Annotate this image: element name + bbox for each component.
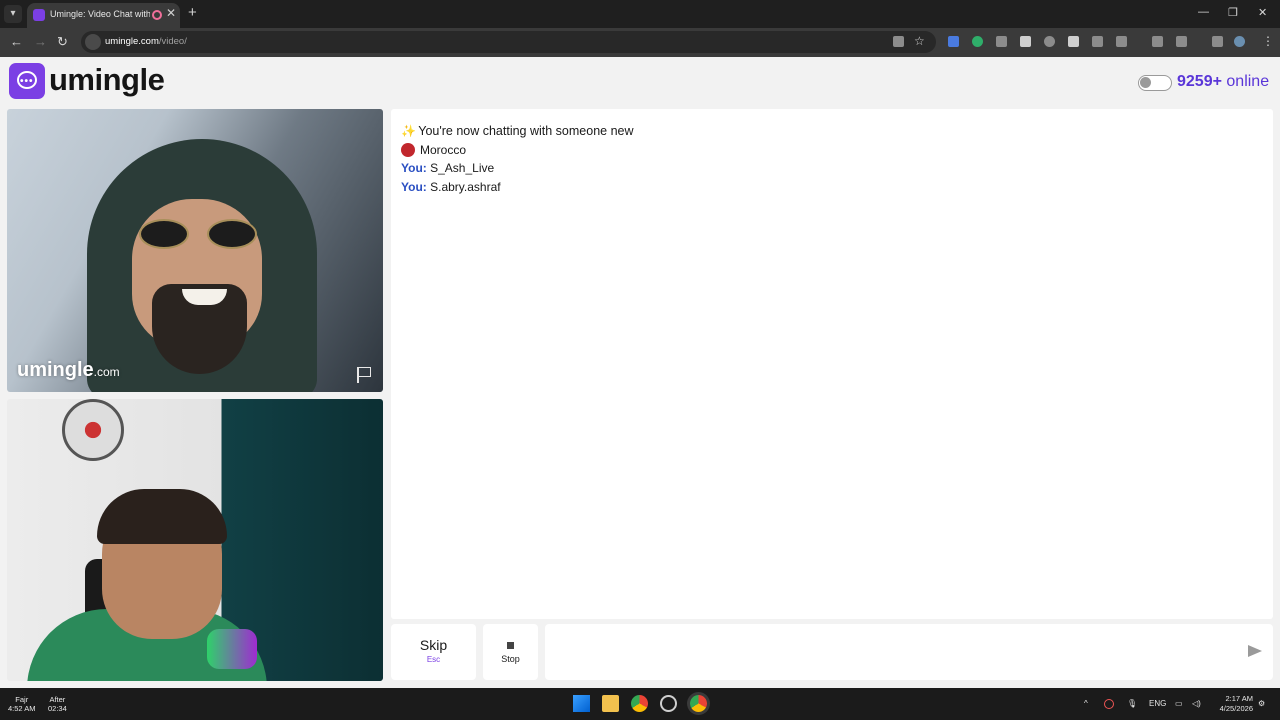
- message-sender: You:: [401, 161, 427, 175]
- maximize-button[interactable]: ❐: [1228, 6, 1238, 19]
- extension-icon[interactable]: [948, 36, 959, 47]
- watermark-brand: umingle: [17, 359, 94, 381]
- obs-icon[interactable]: [660, 695, 677, 712]
- extension-icon[interactable]: [1092, 36, 1103, 47]
- address-url: umingle.com/video/: [105, 36, 187, 47]
- extension-icon[interactable]: [1152, 36, 1163, 47]
- prayer-name: Fajr: [15, 695, 29, 704]
- clock-date: 4/25/2026: [1219, 704, 1253, 713]
- microphone-icon[interactable]: 🎙: [1127, 699, 1137, 708]
- browser-menu-icon[interactable]: ⋮: [1262, 34, 1274, 48]
- country-line: Morocco: [401, 143, 466, 157]
- chat-message: You: S.abry.ashraf: [401, 180, 501, 194]
- tray-overflow-icon[interactable]: ^: [1084, 699, 1088, 708]
- stop-square-icon: [507, 642, 514, 649]
- message-sender: You:: [401, 180, 427, 194]
- sparkle-icon: ✨: [401, 124, 416, 138]
- windows-start-icon[interactable]: [573, 695, 590, 712]
- prayer-time: 4:52 AM: [8, 704, 36, 713]
- self-video: [7, 399, 383, 681]
- notification-bell-icon[interactable]: ⚙: [1258, 699, 1265, 708]
- umingle-favicon-icon: [33, 9, 45, 21]
- stop-label: Stop: [501, 654, 520, 664]
- skip-button[interactable]: Skip Esc: [391, 624, 476, 680]
- video-wall-fan: [62, 399, 124, 461]
- minimize-button[interactable]: —: [1198, 6, 1209, 18]
- tray-app-icon[interactable]: [1104, 699, 1114, 709]
- skip-shortcut-hint: Esc: [426, 655, 441, 664]
- windows-taskbar: Fajr 4:52 AM After 02:34 ^ 🎙 ENG ▭ ◁) 2:17…: [0, 688, 1280, 720]
- stranger-video: umingle.com: [7, 109, 383, 392]
- forward-arrow-icon[interactable]: →: [34, 34, 47, 49]
- message-text: S_Ash_Live: [430, 161, 495, 175]
- extension-icon[interactable]: [972, 36, 983, 47]
- online-label: online: [1226, 73, 1270, 90]
- tab-title: Umingle: Video Chat with S: [50, 9, 150, 19]
- stop-button[interactable]: Stop: [483, 624, 538, 680]
- morocco-flag-icon: [401, 143, 415, 157]
- toggle-knob: [1140, 77, 1151, 88]
- message-input[interactable]: [545, 624, 1273, 680]
- chrome-active-icon[interactable]: [690, 695, 707, 712]
- url-host: umingle.com: [105, 36, 159, 47]
- prayer-name: After: [49, 695, 66, 704]
- extensions-puzzle-icon[interactable]: [1116, 36, 1127, 47]
- extension-icon[interactable]: [1068, 36, 1079, 47]
- watermark-tld: .com: [93, 365, 120, 379]
- tab-close-icon[interactable]: ✕: [166, 6, 176, 20]
- skip-label: Skip: [419, 637, 448, 653]
- site-info-icon[interactable]: [85, 34, 101, 50]
- chrome-icon[interactable]: [631, 695, 648, 712]
- lens: [207, 219, 257, 249]
- chat-message: You: S_Ash_Live: [401, 161, 494, 175]
- chat-dots: •••: [20, 76, 34, 87]
- prayer-widget-2[interactable]: After 02:34: [48, 695, 67, 713]
- clock-time: 2:17 AM: [1225, 694, 1253, 703]
- theme-toggle[interactable]: [1138, 75, 1172, 91]
- logo-text[interactable]: umingle: [49, 62, 165, 98]
- clock[interactable]: 2:17 AM 4/25/2026: [1205, 694, 1253, 714]
- browser-tab[interactable]: Umingle: Video Chat with S ✕: [27, 3, 180, 28]
- profile-avatar-icon[interactable]: [1234, 36, 1245, 47]
- browser-toolbar: ← → ↻ umingle.com/video/ ☆ ⋮: [0, 28, 1280, 57]
- recording-indicator-icon: [152, 10, 162, 20]
- logo-chat-bubble-icon[interactable]: •••: [9, 63, 45, 99]
- back-arrow-icon[interactable]: ←: [10, 34, 23, 49]
- address-bar[interactable]: umingle.com/video/: [81, 31, 936, 53]
- system-message-text: You're now chatting with someone new: [418, 124, 634, 138]
- message-text: S.abry.ashraf: [430, 180, 501, 194]
- online-counter: 9259+ online: [1177, 73, 1269, 91]
- system-message: ✨ You're now chatting with someone new: [401, 124, 634, 138]
- prayer-time: 02:34: [48, 704, 67, 713]
- send-icon[interactable]: [1248, 645, 1262, 657]
- online-count: 9259+: [1177, 73, 1222, 90]
- url-path: /video/: [158, 36, 187, 47]
- country-name: Morocco: [420, 143, 467, 157]
- reading-list-icon[interactable]: [1212, 36, 1223, 47]
- volume-icon[interactable]: ◁): [1192, 699, 1201, 708]
- network-icon[interactable]: ▭: [1175, 699, 1183, 708]
- translate-icon[interactable]: [893, 36, 904, 47]
- video-microphone: [207, 629, 257, 669]
- extension-icon[interactable]: [1044, 36, 1055, 47]
- close-window-button[interactable]: ✕: [1258, 6, 1267, 19]
- language-indicator[interactable]: ENG: [1149, 699, 1166, 708]
- chat-log: ✨ You're now chatting with someone new M…: [391, 109, 1273, 619]
- prayer-widget-1[interactable]: Fajr 4:52 AM: [8, 695, 36, 713]
- video-figure-hair: [97, 489, 227, 544]
- lens: [139, 219, 189, 249]
- extension-icon[interactable]: [996, 36, 1007, 47]
- file-explorer-icon[interactable]: [602, 695, 619, 712]
- umingle-page: ••• umingle 9259+ online umingle.com ✨ Y…: [0, 57, 1280, 688]
- bookmark-star-icon[interactable]: ☆: [914, 34, 925, 48]
- browser-tab-bar: ▾ Umingle: Video Chat with S ✕ + — ❐ ✕: [0, 0, 1280, 28]
- report-flag-icon[interactable]: [357, 367, 371, 383]
- reload-icon[interactable]: ↻: [57, 34, 68, 50]
- sidebar-icon[interactable]: [1176, 36, 1187, 47]
- umingle-watermark: umingle.com: [17, 359, 120, 382]
- new-tab-button[interactable]: +: [188, 4, 197, 21]
- video-figure-sunglasses: [139, 219, 259, 249]
- download-icon[interactable]: [1020, 36, 1031, 47]
- tab-search-button[interactable]: ▾: [4, 5, 22, 23]
